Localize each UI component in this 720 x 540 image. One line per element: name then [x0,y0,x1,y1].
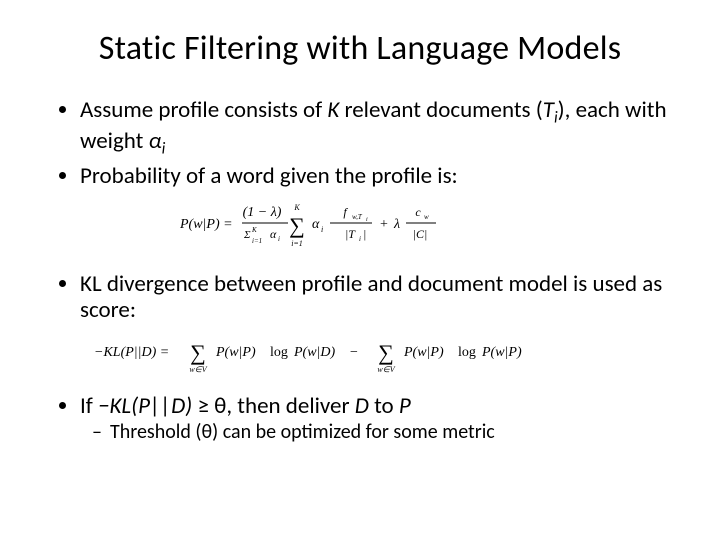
svg-text:K: K [251,226,257,234]
b4-post: ≥ θ, then deliver [192,392,354,420]
svg-text:α: α [312,217,320,232]
svg-text:i: i [321,225,323,234]
svg-text:f: f [343,205,348,219]
svg-text:i: i [359,235,361,243]
b4-args: (P||D) [131,392,192,420]
svg-text:P(w|D): P(w|D) [293,345,336,360]
svg-text:K: K [293,203,300,212]
svg-text:α: α [270,227,277,241]
svg-text:i: i [278,235,280,243]
svg-text:(1 − λ): (1 − λ) [243,205,282,220]
svg-text:λ: λ [393,217,400,232]
svg-text:+: + [380,217,388,232]
svg-text:−KL(P||D) =: −KL(P||D) = [94,345,169,360]
slide: Static Filtering with Language Models As… [0,0,720,540]
svg-text:i: i [366,217,368,223]
svg-text:|: | [363,227,366,241]
svg-text:log: log [458,345,476,360]
b1-ti: T [543,96,554,124]
b1-text-b: relevant documents ( [339,96,542,124]
bullet-list-2: KL divergence between profile and docume… [46,271,674,324]
b1-text-a: Assume profile consists of [80,96,327,124]
svg-text:∑: ∑ [289,213,305,238]
b1-alpha-sub: i [162,140,166,159]
svg-text:−: − [350,345,358,360]
formula-1-svg: P(w|P) = (1 − λ) Σ K i=1 α i K ∑ i=1 α i… [180,196,540,252]
bullet-list: Assume profile consists of K relevant do… [46,97,674,190]
b4-p: P [399,392,411,420]
formula-1: P(w|P) = (1 − λ) Σ K i=1 α i K ∑ i=1 α i… [46,196,674,257]
b1-alpha: α [149,127,162,155]
b4-pre: If [80,392,98,420]
svg-text:i=1: i=1 [291,239,303,248]
bullet-4: If −KL(P||D) ≥ θ, then deliver D to P Th… [80,393,674,444]
svg-text:w,T: w,T [352,213,363,221]
bullet-2: Probability of a word given the profile … [80,163,674,189]
svg-text:P(w|P) =: P(w|P) = [180,217,233,232]
b4-d: D [355,392,369,420]
svg-text:|T: |T [345,227,356,241]
bullet-3: KL divergence between profile and docume… [80,271,674,324]
b4-to: to [369,392,399,420]
svg-text:i=1: i=1 [252,237,262,245]
b4-kl: −KL [98,392,131,420]
svg-text:P(w|P): P(w|P) [403,345,444,360]
svg-text:|C|: |C| [413,227,428,241]
formula-2: −KL(P||D) = ∑ w∈V P(w|P) log P(w|D) − ∑ … [54,330,674,379]
sub-bullet-list: Threshold (θ) can be optimized for some … [80,421,674,444]
sub-bullet-1: Threshold (θ) can be optimized for some … [110,421,674,444]
bullet-list-3: If −KL(P||D) ≥ θ, then deliver D to P Th… [46,393,674,444]
svg-text:w∈V: w∈V [189,365,207,374]
svg-text:log: log [270,345,288,360]
svg-text:w: w [424,213,429,221]
svg-text:Σ: Σ [243,229,251,241]
svg-text:P(w|P): P(w|P) [215,345,256,360]
svg-text:P(w|P): P(w|P) [481,345,522,360]
bullet-1: Assume profile consists of K relevant do… [80,97,674,159]
formula-2-svg: −KL(P||D) = ∑ w∈V P(w|P) log P(w|D) − ∑ … [94,330,654,374]
svg-text:c: c [415,205,421,219]
slide-title: Static Filtering with Language Models [46,28,674,69]
svg-text:∑: ∑ [190,340,206,365]
b1-k: K [327,96,339,124]
svg-text:∑: ∑ [378,340,394,365]
svg-text:w∈V: w∈V [377,365,395,374]
